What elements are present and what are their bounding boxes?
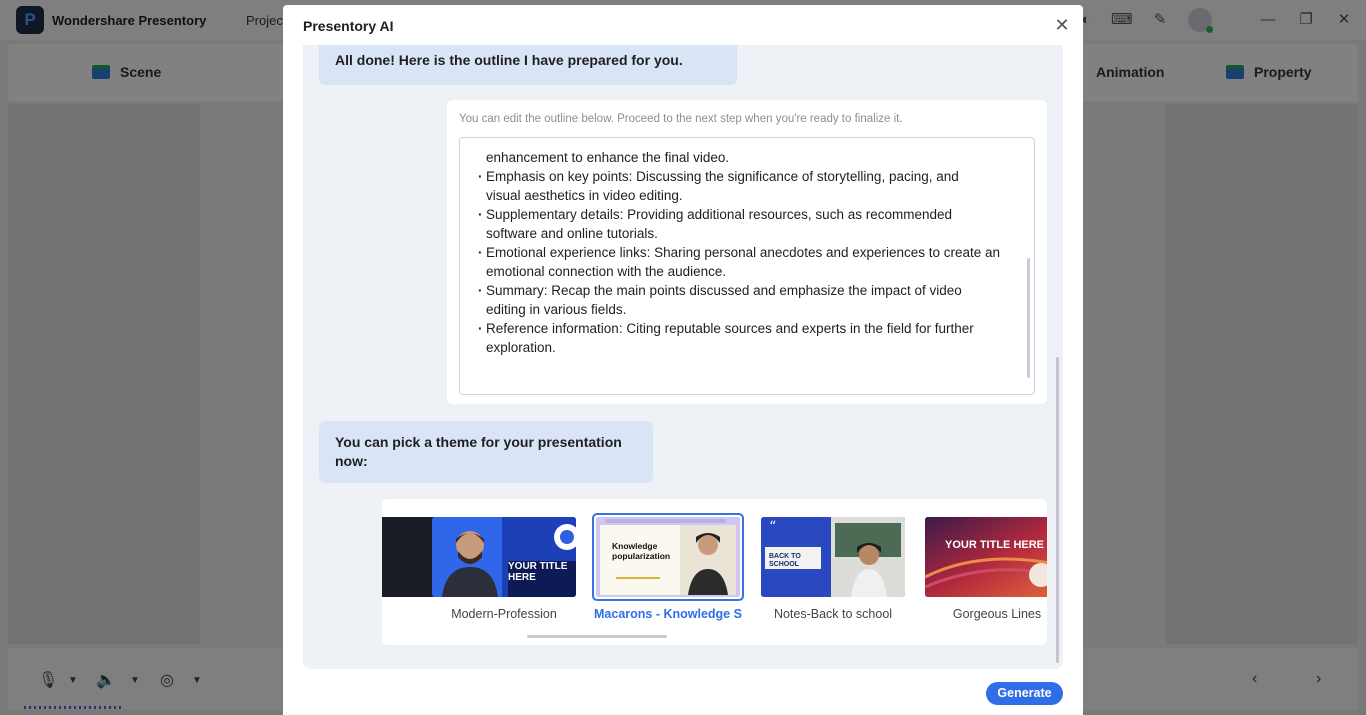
- outline-line: Reference information: Citing reputable …: [478, 319, 1022, 338]
- outline-text[interactable]: enhancement to enhance the final video. E…: [478, 148, 1022, 357]
- close-icon[interactable]: ✕: [1053, 16, 1071, 34]
- theme-thumbnail: Knowledge popularization: [596, 517, 740, 597]
- outline-line: Supplementary details: Providing additio…: [478, 205, 1022, 224]
- outline-hint: You can edit the outline below. Proceed …: [459, 113, 903, 125]
- outline-scrollbar[interactable]: [1027, 258, 1030, 378]
- outline-line: software and online tutorials.: [486, 226, 658, 241]
- theme-label: Modern-Profession: [451, 607, 557, 621]
- theme-thumbnail: YOUR TITLE HERE: [925, 517, 1047, 597]
- outline-editor[interactable]: enhancement to enhance the final video. E…: [459, 137, 1035, 395]
- generate-button[interactable]: Generate: [986, 682, 1063, 705]
- svg-text:“: “: [769, 519, 776, 535]
- outline-line: visual aesthetics in video editing.: [486, 188, 683, 203]
- theme-label: Macarons - Knowledge S...: [594, 607, 742, 621]
- outline-line: Emotional experience links: Sharing pers…: [478, 243, 1022, 262]
- theme-picker: YOUR TITLE HERE Modern-Profession Knowle…: [382, 499, 1047, 645]
- outline-line: enhancement to enhance the final video.: [486, 150, 730, 165]
- assistant-message-done: All done! Here is the outline I have pre…: [319, 45, 737, 85]
- outline-line: exploration.: [486, 340, 556, 355]
- theme-thumb-text: Knowledge popularization: [612, 541, 671, 561]
- theme-thumbnail: YOUR TITLE HERE: [432, 517, 576, 597]
- theme-thumb-text: YOUR TITLE HERE: [945, 539, 1045, 551]
- theme-label: Notes-Back to school: [773, 607, 893, 621]
- outline-line: editing in various fields.: [486, 302, 627, 317]
- theme-thumbnail: “ BACK TO SCHOOL: [761, 517, 905, 597]
- message-text: You can pick a theme for your presentati…: [335, 434, 622, 450]
- theme-scrollbar[interactable]: [527, 635, 667, 638]
- presentory-ai-dialog: Presentory AI ✕ All done! Here is the ou…: [283, 5, 1083, 715]
- assistant-message-pick-theme: You can pick a theme for your presentati…: [319, 421, 653, 483]
- outline-card: You can edit the outline below. Proceed …: [447, 100, 1047, 404]
- theme-thumb-text: BACK TO SCHOOL: [769, 553, 801, 568]
- message-text: All done! Here is the outline I have pre…: [335, 52, 683, 68]
- chat-scrollbar[interactable]: [1056, 357, 1059, 663]
- outline-line: emotional connection with the audience.: [486, 264, 727, 279]
- outline-line: Summary: Recap the main points discussed…: [478, 281, 1022, 300]
- dialog-title: Presentory AI: [303, 18, 394, 34]
- message-text: now:: [335, 453, 368, 469]
- theme-thumb-text: YOUR TITLE HERE: [508, 561, 568, 583]
- chat-area: All done! Here is the outline I have pre…: [303, 45, 1063, 669]
- theme-label: Gorgeous Lines: [952, 607, 1042, 621]
- outline-line: Emphasis on key points: Discussing the s…: [478, 167, 1022, 186]
